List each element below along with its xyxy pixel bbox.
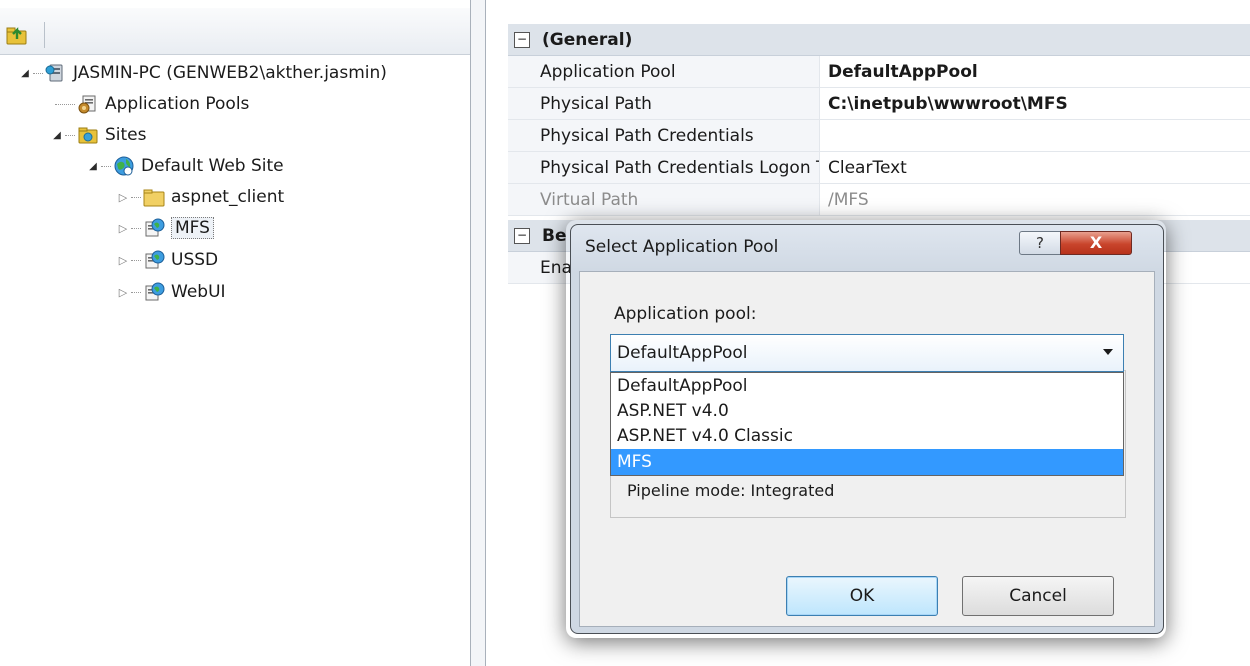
property-value[interactable]: DefaultAppPool (820, 62, 978, 82)
application-pool-select[interactable]: DefaultAppPool (610, 334, 1124, 372)
tree-node-webui-label: WebUI (171, 282, 226, 302)
property-name: Virtual Path (508, 184, 820, 215)
tree-node-ussd[interactable]: ▷ USSD (116, 245, 218, 275)
tree-node-application-pools[interactable]: Application Pools (54, 89, 249, 119)
expanded-arrow-icon[interactable]: ◢ (50, 130, 64, 141)
collapsed-arrow-icon[interactable]: ▷ (116, 222, 130, 235)
tree-node-server-label: JASMIN-PC (GENWEB2\akther.jasmin) (73, 63, 387, 83)
dropdown-option[interactable]: ASP.NET v4.0 Classic (611, 423, 1123, 449)
dialog-body: Application pool: Pipeline mode: Integra… (579, 271, 1155, 627)
property-name: Physical Path Credentials Logon T (508, 152, 820, 183)
globe-icon (114, 156, 134, 176)
toolbar-separator (44, 22, 45, 48)
selected-pool-value: DefaultAppPool (617, 343, 748, 363)
property-value[interactable]: C:\inetpub\wwwroot\MFS (820, 94, 1068, 114)
dropdown-arrow-icon[interactable] (1103, 349, 1113, 355)
tree-connector (131, 291, 141, 293)
collapsed-arrow-icon[interactable]: ▷ (116, 286, 130, 299)
dropdown-option[interactable]: ASP.NET v4.0 (611, 398, 1123, 424)
tree-connector (101, 165, 111, 167)
tree-node-server[interactable]: ◢ JASMIN-PC (GENWEB2\akther.jasmin) (18, 58, 387, 88)
tree-node-mfs[interactable]: ▷ MFS (116, 213, 214, 243)
property-row-logon-type[interactable]: Physical Path Credentials Logon T ClearT… (508, 152, 1250, 184)
pipeline-mode-text: Pipeline mode: Integrated (627, 481, 835, 500)
collapse-toggle-icon[interactable]: − (514, 227, 530, 244)
tree-connector (33, 72, 43, 74)
property-row-application-pool[interactable]: Application Pool DefaultAppPool (508, 56, 1250, 88)
dropdown-option[interactable]: DefaultAppPool (611, 373, 1123, 399)
property-name: Physical Path Credentials (508, 120, 820, 151)
application-pool-dropdown-list: DefaultAppPool ASP.NET v4.0 ASP.NET v4.0… (610, 372, 1124, 476)
property-value[interactable]: ClearText (820, 158, 907, 178)
expanded-arrow-icon[interactable]: ◢ (86, 161, 100, 172)
connections-toolbar (0, 8, 470, 55)
category-general[interactable]: − (General) (508, 24, 1250, 56)
pane-splitter[interactable] (471, 0, 486, 666)
tree-node-aspnet-client-label: aspnet_client (171, 187, 285, 207)
tree-node-aspnet-client[interactable]: ▷ aspnet_client (116, 182, 284, 212)
tree-node-ussd-label: USSD (171, 250, 219, 270)
tree-node-webui[interactable]: ▷ WebUI (116, 277, 226, 307)
dropdown-option-highlighted[interactable]: MFS (611, 449, 1123, 475)
dialog-title: Select Application Pool (585, 237, 779, 257)
server-icon (45, 64, 63, 82)
close-button[interactable]: X (1060, 231, 1132, 255)
cancel-button[interactable]: Cancel (962, 576, 1114, 616)
tree-node-sites-label: Sites (105, 125, 147, 145)
tree-connector (55, 103, 75, 105)
collapsed-arrow-icon[interactable]: ▷ (116, 191, 130, 204)
tree-node-default-web-site-label: Default Web Site (141, 156, 284, 176)
go-up-folder-icon[interactable] (6, 24, 28, 46)
tree-node-default-web-site[interactable]: ◢ Default Web Site (86, 151, 284, 181)
web-application-icon (145, 250, 165, 269)
property-value: /MFS (828, 189, 869, 210)
tree-connector (65, 134, 75, 136)
tree-node-mfs-label: MFS (171, 217, 214, 239)
ok-button[interactable]: OK (786, 576, 938, 616)
web-application-icon (145, 218, 165, 237)
collapse-toggle-icon[interactable]: − (514, 31, 530, 48)
category-behavior-label: Be (542, 225, 567, 246)
collapsed-arrow-icon[interactable]: ▷ (116, 254, 130, 267)
expanded-arrow-icon[interactable]: ◢ (18, 68, 32, 79)
sites-folder-icon (78, 127, 98, 144)
application-pool-label: Application pool: (614, 304, 757, 324)
property-row-virtual-path[interactable]: Virtual Path /MFS (508, 184, 1250, 216)
tree-connector (131, 259, 141, 261)
tree-node-sites[interactable]: ◢ Sites (50, 120, 147, 150)
folder-icon (143, 189, 165, 207)
web-application-icon (145, 282, 165, 301)
application-pools-icon (78, 95, 96, 114)
category-general-label: (General) (542, 29, 633, 50)
connections-pane: ◢ JASMIN-PC (GENWEB2\akther.jasmin) Appl… (0, 0, 471, 666)
tree-connector (131, 196, 141, 198)
property-row-physical-path-credentials[interactable]: Physical Path Credentials (508, 120, 1250, 152)
property-name: Application Pool (508, 56, 820, 87)
property-row-physical-path[interactable]: Physical Path C:\inetpub\wwwroot\MFS (508, 88, 1250, 120)
select-application-pool-dialog: Select Application Pool ? X Application … (570, 224, 1164, 634)
help-button[interactable]: ? (1019, 231, 1061, 255)
property-name: Physical Path (508, 88, 820, 119)
tree-node-application-pools-label: Application Pools (105, 94, 250, 114)
tree-connector (131, 227, 141, 229)
